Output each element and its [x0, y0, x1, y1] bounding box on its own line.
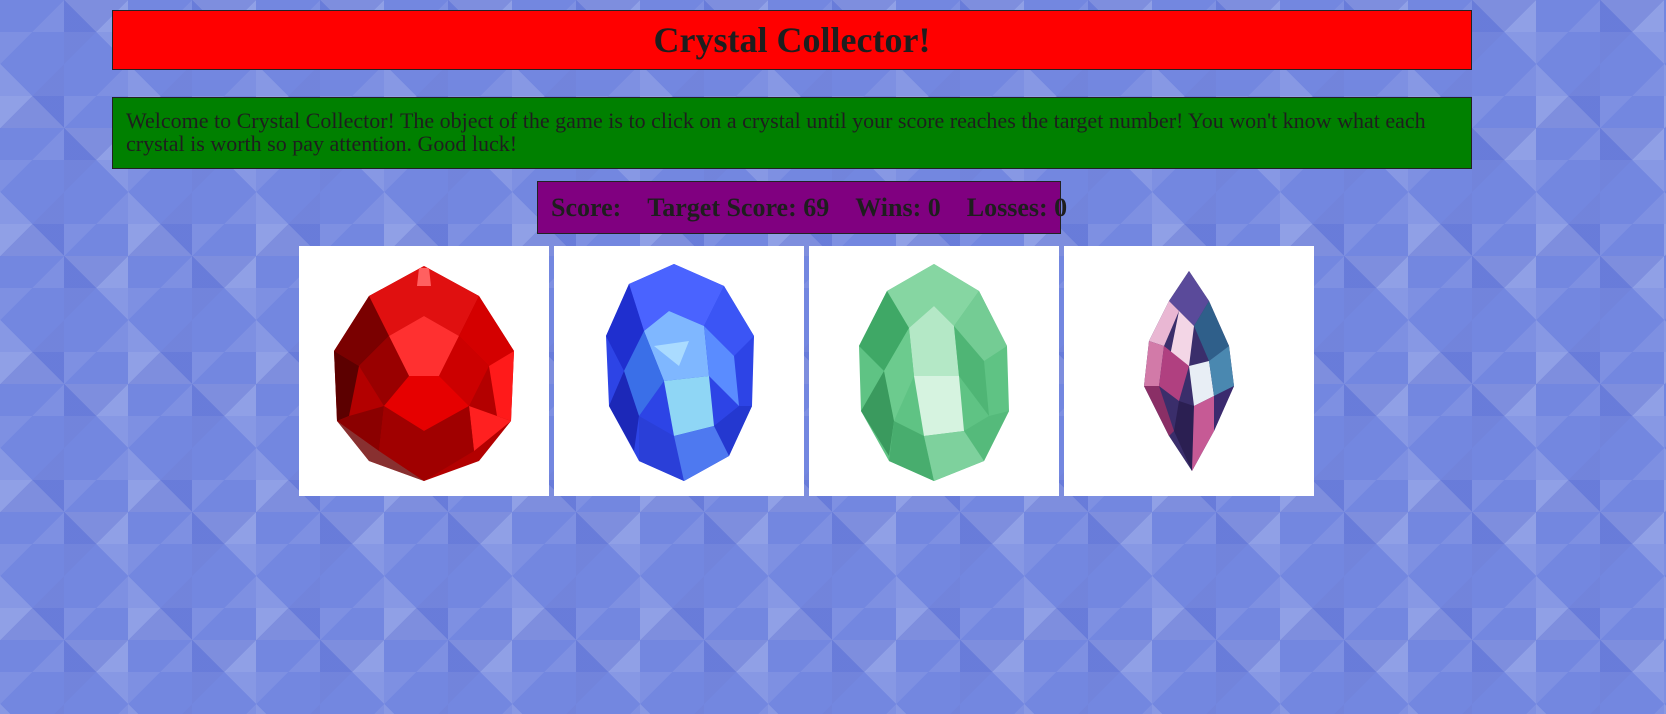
target-score-value: 69	[803, 192, 830, 222]
crystal-button-green[interactable]	[809, 246, 1059, 496]
crystal-button-red[interactable]	[299, 246, 549, 496]
score-label: Score:	[551, 192, 622, 222]
losses-stat: Losses: 0	[967, 193, 1067, 223]
crystal-row	[299, 246, 1314, 496]
crystal-button-blue[interactable]	[554, 246, 804, 496]
instructions-box: Welcome to Crystal Collector! The object…	[112, 97, 1472, 169]
wins-stat: Wins: 0	[855, 193, 941, 223]
game-page: { "title": "Crystal Collector!", "intro"…	[0, 0, 1666, 714]
blue-crystal-icon	[606, 264, 754, 481]
pink-crystal-icon	[1144, 271, 1234, 471]
scoreboard: Score: Target Score: 69 Wins: 0 Losses: …	[537, 181, 1067, 234]
losses-value: 0	[1054, 192, 1068, 222]
wins-value: 0	[927, 192, 941, 222]
red-crystal-icon	[334, 266, 514, 481]
score-stat: Score:	[551, 193, 621, 223]
wins-label: Wins:	[855, 192, 922, 222]
instructions-text: Welcome to Crystal Collector! The object…	[126, 108, 1426, 156]
target-score-label: Target Score:	[647, 192, 797, 222]
title-banner: Crystal Collector!	[112, 10, 1472, 70]
target-score-stat: Target Score: 69	[647, 193, 829, 223]
green-crystal-icon	[859, 264, 1009, 481]
page-title: Crystal Collector!	[653, 20, 931, 60]
crystal-button-pink[interactable]	[1064, 246, 1314, 496]
losses-label: Losses:	[966, 192, 1048, 222]
